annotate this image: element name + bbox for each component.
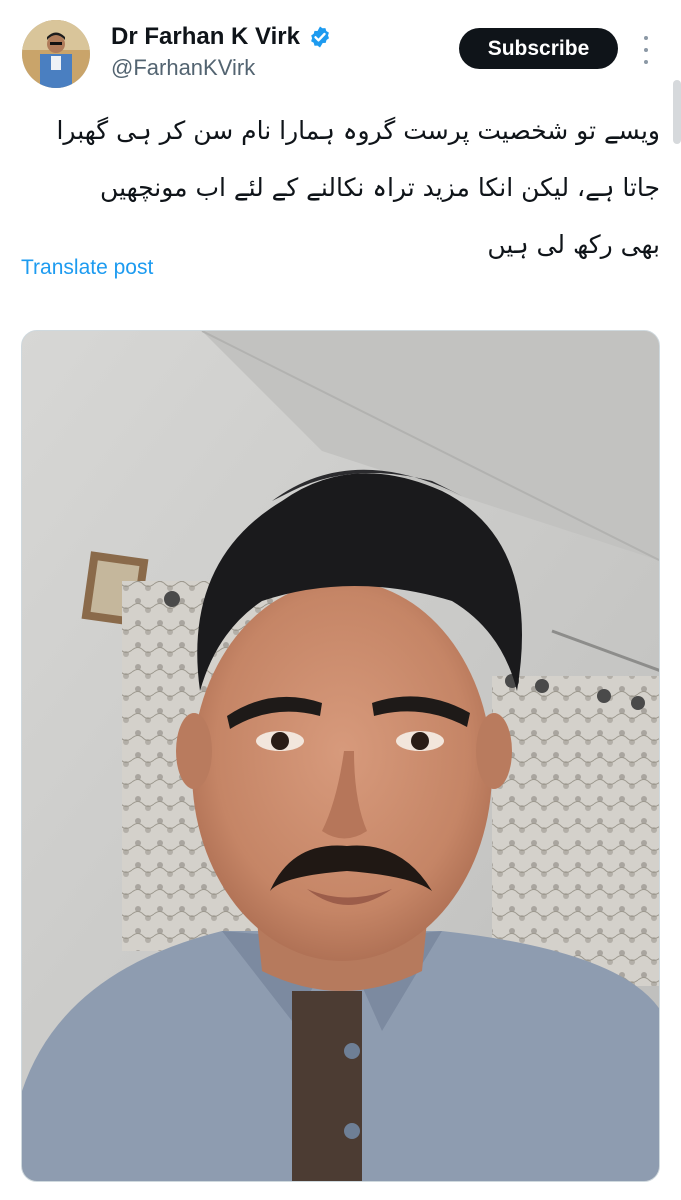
author-name[interactable]: Dr Farhan K Virk bbox=[111, 22, 300, 52]
author-name-row: Dr Farhan K Virk bbox=[111, 22, 332, 52]
selfie-photo bbox=[22, 331, 659, 1181]
post-header: Dr Farhan K Virk @FarhanKVirk Subscribe bbox=[0, 0, 681, 144]
verified-badge-icon bbox=[311, 26, 329, 48]
more-options-icon[interactable] bbox=[636, 36, 656, 64]
author-handle[interactable]: @FarhanKVirk bbox=[111, 55, 255, 81]
subscribe-button[interactable]: Subscribe bbox=[459, 28, 618, 69]
scrollbar[interactable] bbox=[673, 80, 681, 144]
post-text-line: ویسے تو شخصیت پرست گروہ ہمارا نام سن کر … bbox=[56, 116, 660, 145]
post-text-line: جاتا ہے، لیکن انکا مزید تراہ نکالنے کے ل… bbox=[100, 173, 660, 202]
avatar[interactable] bbox=[22, 20, 90, 88]
post-text: ویسے تو شخصیت پرست گروہ ہمارا نام سن کر … bbox=[20, 102, 660, 273]
avatar-image bbox=[22, 20, 90, 88]
translate-post-link[interactable]: Translate post bbox=[21, 256, 153, 280]
post-photo[interactable] bbox=[21, 330, 660, 1182]
